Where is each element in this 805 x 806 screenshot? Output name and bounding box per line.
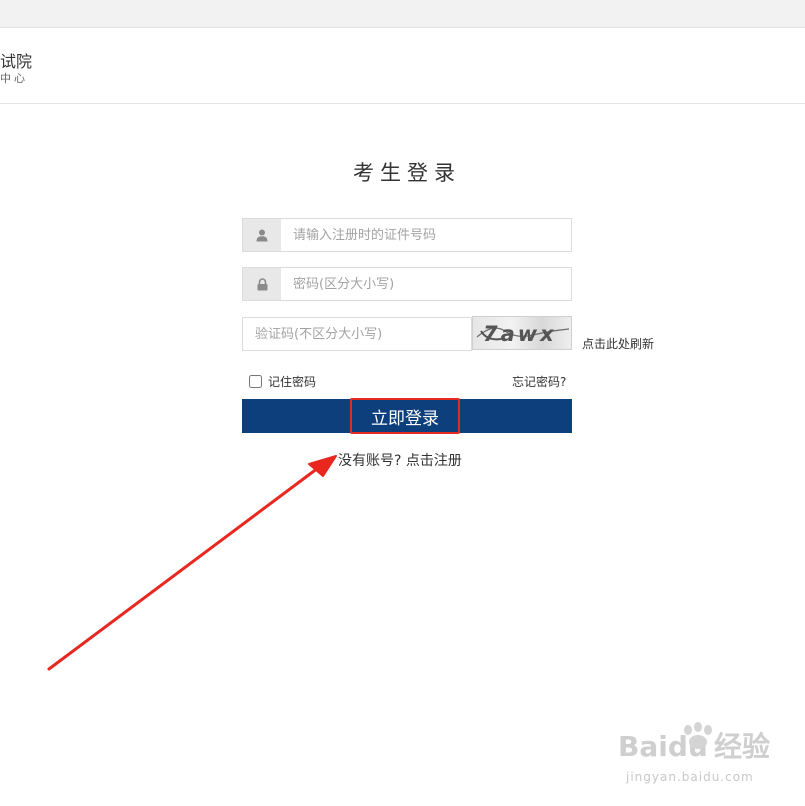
captcha-input[interactable]	[243, 318, 471, 350]
register-link[interactable]: 没有账号? 点击注册	[338, 450, 462, 470]
captcha-image[interactable]: 7awx	[472, 316, 572, 350]
site-brand-subtitle: 中心	[0, 72, 28, 85]
remember-password-label: 记住密码	[268, 375, 317, 389]
remember-password-checkbox[interactable]	[249, 375, 262, 388]
page-title: 考生登录	[353, 161, 461, 185]
browser-top-bar	[0, 0, 805, 28]
site-brand-title: 试院	[0, 52, 33, 71]
login-button[interactable]: 立即登录	[350, 398, 460, 434]
refresh-captcha-link[interactable]: 点击此处刷新	[582, 335, 654, 352]
password-input[interactable]	[281, 268, 571, 300]
id-number-input[interactable]	[281, 219, 571, 251]
forgot-password-link[interactable]: 忘记密码?	[512, 373, 566, 390]
watermark-suffix: 经验	[714, 730, 770, 763]
watermark-url: jingyan.baidu.com	[626, 770, 754, 784]
password-field	[242, 267, 572, 301]
captcha-text: 7awx	[483, 322, 557, 346]
site-header: 试院 中心	[0, 28, 805, 104]
user-icon	[243, 219, 281, 251]
lock-icon	[243, 268, 281, 300]
captcha-field	[242, 317, 472, 351]
id-number-field	[242, 218, 572, 252]
remember-password-row: 记住密码	[249, 373, 316, 390]
